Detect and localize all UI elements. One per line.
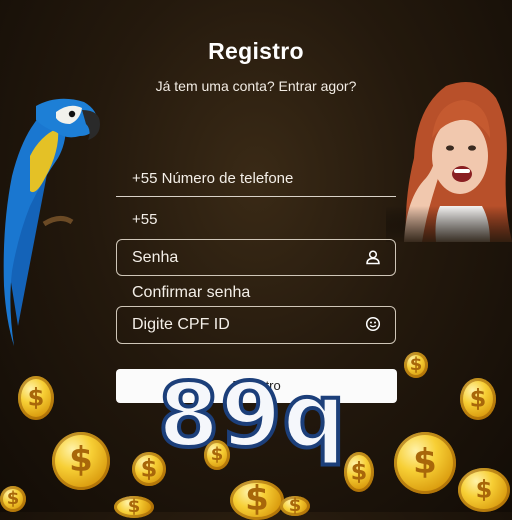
coin-icon: [114, 496, 154, 518]
smile-icon: [365, 316, 381, 332]
coin-icon: [280, 496, 310, 516]
coin-icon: [344, 452, 374, 492]
cpf-placeholder: Digite CPF ID: [132, 316, 230, 333]
phone-field[interactable]: +55 Número de telefone: [116, 158, 396, 197]
coin-icon: [458, 468, 510, 512]
woman-portrait-image: [386, 78, 512, 242]
coin-icon: [0, 486, 26, 512]
coin-icon: [394, 432, 456, 494]
phone-prefix: +55: [132, 211, 158, 228]
password-input[interactable]: Senha: [116, 239, 396, 276]
login-link[interactable]: Já tem uma conta? Entrar agor?: [0, 78, 512, 94]
user-icon: [366, 250, 380, 265]
brand-logo: 89q: [156, 364, 347, 467]
parrot-illustration: [3, 98, 100, 346]
cpf-input[interactable]: Digite CPF ID: [116, 306, 396, 344]
phone-field-label: +55 Número de telefone: [132, 170, 294, 187]
coin-icon: [18, 376, 54, 420]
phone-prefix-field[interactable]: +55: [116, 199, 396, 237]
page-title: Registro: [208, 38, 304, 64]
coin-icon: [460, 378, 496, 420]
password-placeholder: Senha: [132, 249, 179, 266]
coin-icon: [230, 480, 284, 520]
confirm-password-label: Confirmar senha: [132, 284, 251, 301]
coin-icon: [52, 432, 110, 490]
coin-icon: [404, 352, 428, 378]
